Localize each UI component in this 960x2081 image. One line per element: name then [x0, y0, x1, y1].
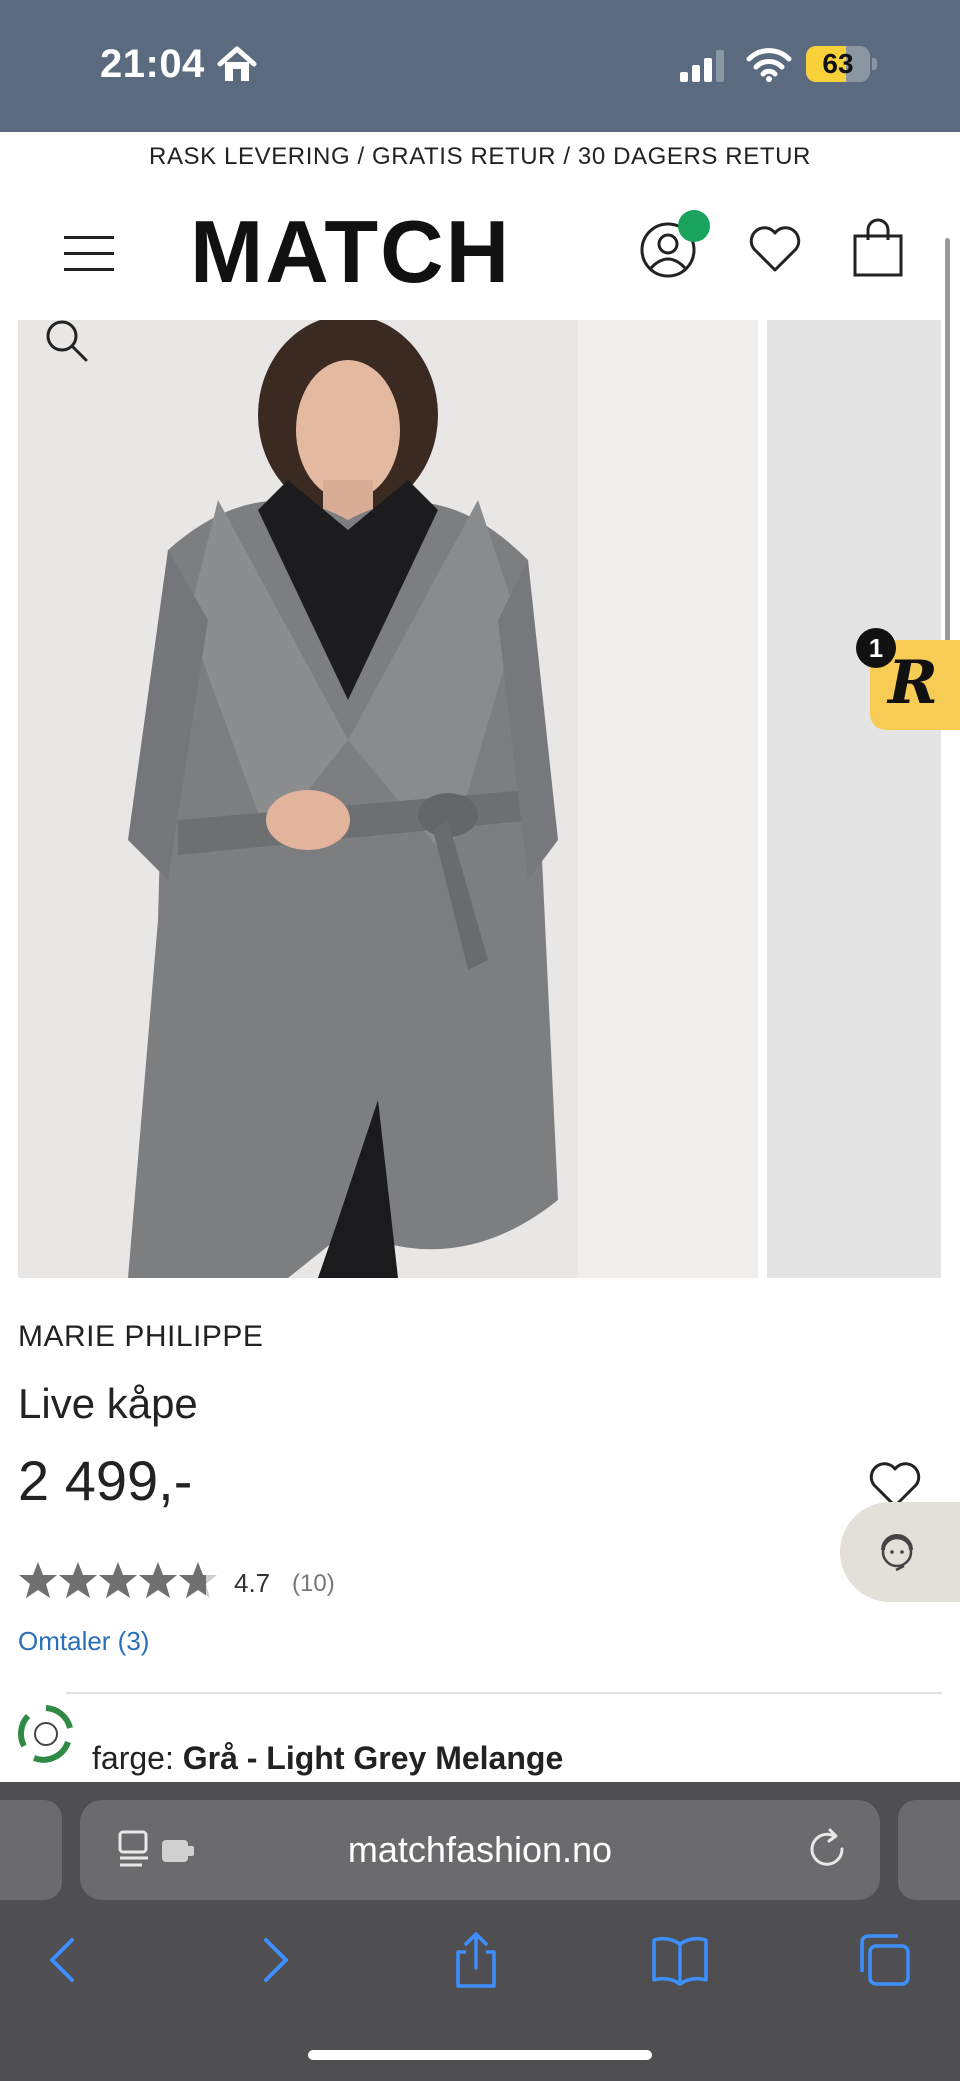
zoom-search-icon[interactable]: [44, 318, 90, 364]
eco-recycle-icon: [17, 1705, 73, 1763]
url-text: matchfashion.no: [347, 1829, 613, 1870]
reviews-link[interactable]: Omtaler (3): [18, 1626, 149, 1657]
share-icon[interactable]: [446, 1930, 506, 1990]
wishlist-heart-icon[interactable]: [748, 224, 802, 274]
customer-support-button[interactable]: [840, 1502, 960, 1602]
back-arrow-icon[interactable]: [34, 1930, 94, 1990]
previous-tab-peek[interactable]: [0, 1800, 62, 1900]
color-value: Grå - Light Grey Melange: [182, 1740, 564, 1776]
cellular-signal-icon: [680, 50, 724, 82]
battery-percent: 63: [822, 48, 854, 79]
tabs-overview-icon[interactable]: [854, 1930, 914, 1990]
support-agent-icon: [881, 1534, 913, 1572]
hamburger-menu-icon[interactable]: [64, 232, 118, 276]
status-bar: 21:04 63: [0, 0, 960, 132]
product-image[interactable]: [18, 320, 758, 1278]
forward-arrow-icon[interactable]: [244, 1930, 304, 1990]
home-icon: [217, 46, 257, 81]
promo-banner: RASK LEVERING / GRATIS RETUR / 30 DAGERS…: [149, 143, 811, 170]
shopping-bag-icon[interactable]: [852, 218, 904, 278]
next-product-image[interactable]: [767, 320, 941, 1278]
color-selection: farge: Grå - Light Grey Melange: [92, 1740, 563, 1777]
address-bar[interactable]: matchfashion.no: [80, 1800, 880, 1900]
status-time: 21:04: [100, 42, 205, 86]
rewards-count-badge: 1: [856, 628, 896, 668]
rating-star-icon: [99, 1562, 137, 1598]
product-price: 2 499,-: [18, 1449, 193, 1512]
product-brand[interactable]: MARIE PHILIPPE: [18, 1320, 263, 1354]
product-photo-illustration: [18, 320, 758, 1278]
wifi-icon: [746, 48, 792, 82]
rating-star-icon: [179, 1562, 217, 1598]
battery-indicator: 63: [806, 46, 877, 82]
rating-star-icon: [59, 1562, 97, 1598]
rating-count: (10): [292, 1570, 335, 1597]
rating-star-icon: [139, 1562, 177, 1598]
color-label: farge:: [92, 1740, 174, 1776]
section-divider: [66, 1692, 942, 1694]
next-tab-peek[interactable]: [898, 1800, 960, 1900]
rating-value: 4.7: [234, 1568, 271, 1598]
reload-icon[interactable]: [804, 1826, 850, 1872]
site-header: MATCH: [0, 190, 960, 310]
home-indicator[interactable]: [308, 2050, 652, 2060]
site-logo[interactable]: MATCH: [190, 202, 511, 302]
product-title: Live kåpe: [18, 1380, 198, 1427]
rating-star-icon: [19, 1562, 57, 1598]
rating-stars: [18, 1560, 218, 1602]
bookmarks-book-icon[interactable]: [650, 1930, 710, 1990]
account-status-dot: [678, 210, 710, 242]
rewards-letter: R: [888, 648, 938, 718]
